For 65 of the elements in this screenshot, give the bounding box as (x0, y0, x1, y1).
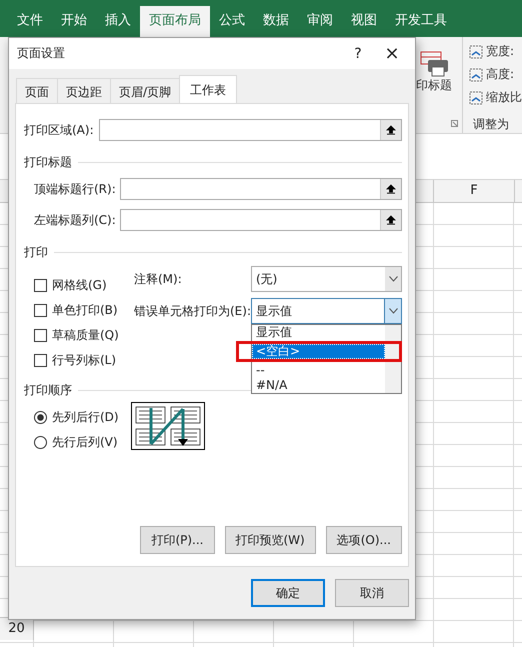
print-area-field[interactable] (99, 119, 402, 141)
checkbox[interactable] (34, 304, 47, 317)
print-titles-label[interactable]: 印标题 (416, 77, 462, 94)
cancel-button[interactable]: 取消 (335, 579, 409, 607)
dialog-tab[interactable]: 工作表 (179, 75, 238, 103)
chevron-down-icon[interactable] (388, 308, 398, 314)
dropdown-option[interactable]: 显示值 (252, 325, 385, 340)
checkbox[interactable] (34, 329, 47, 342)
field-label: 打印区域(A): (24, 122, 94, 138)
scale-icon[interactable] (469, 90, 483, 104)
ribbon-tab[interactable]: 审阅 (298, 6, 342, 37)
dropdown-option[interactable]: -- (252, 363, 385, 378)
radio-label[interactable]: 先行后列(V) (52, 434, 118, 451)
error-cells-dropdown[interactable]: 显示值 (251, 298, 402, 324)
checkbox-label[interactable]: 草稿质量(Q) (52, 327, 119, 344)
ribbon-tab[interactable]: 公式 (210, 6, 254, 37)
scale-icon[interactable] (469, 68, 483, 82)
printer-icon[interactable] (420, 51, 450, 77)
ribbon-tab[interactable]: 文件 (8, 6, 52, 37)
section-heading: 打印 (24, 244, 48, 260)
checkbox[interactable] (34, 354, 47, 367)
dialog-title: 页面设置 (17, 45, 66, 62)
group-label: 调整为 (473, 116, 510, 133)
radio-button[interactable] (34, 436, 47, 449)
help-button[interactable]: ? (341, 40, 375, 68)
row-header[interactable]: 20 (0, 617, 34, 640)
scale-icon[interactable] (469, 44, 483, 58)
scale-label[interactable]: 缩放比 (486, 89, 522, 106)
close-button[interactable]: × (375, 40, 409, 68)
ribbon-tab[interactable]: 视图 (342, 6, 386, 37)
chevron-down-icon[interactable] (388, 276, 398, 282)
dropdown-option[interactable]: <空白> (252, 344, 385, 359)
checkbox[interactable] (34, 279, 47, 292)
section-heading: 打印顺序 (24, 382, 72, 398)
radio-button[interactable] (34, 411, 47, 424)
checkbox-label[interactable]: 网格线(G) (52, 277, 107, 294)
ribbon-tab[interactable]: 插入 (96, 6, 140, 37)
title-range-field[interactable] (120, 178, 402, 200)
ribbon-tab[interactable]: 开发工具 (386, 6, 456, 37)
radio-label[interactable]: 先列后行(D) (52, 409, 119, 426)
collapse-icon[interactable] (386, 184, 396, 194)
dialog-button[interactable]: 打印预览(W) (224, 526, 316, 554)
scale-label[interactable]: 宽度: (486, 43, 514, 60)
combo-label: 注释(M): (134, 270, 182, 288)
dialog-button[interactable]: 打印(P)... (140, 526, 214, 554)
combo-label: 错误单元格打印为(E): (134, 302, 251, 320)
title-range-field[interactable] (120, 209, 402, 231)
section-heading: 打印标题 (24, 154, 72, 170)
checkbox-label[interactable]: 单色打印(B) (52, 302, 118, 319)
comments-dropdown[interactable]: (无) (251, 266, 402, 292)
dialog-launcher-icon[interactable] (451, 120, 458, 127)
ribbon-tab[interactable]: 数据 (254, 6, 298, 37)
ok-button[interactable]: 确定 (251, 579, 325, 607)
ribbon-tab[interactable]: 页面布局 (140, 6, 210, 37)
collapse-icon[interactable] (386, 215, 396, 225)
checkbox-label[interactable]: 行号列标(L) (52, 352, 116, 369)
dropdown-option[interactable]: #N/A (252, 378, 385, 393)
dialog-tab[interactable]: 页面 (16, 78, 58, 103)
ribbon-tab[interactable]: 开始 (52, 6, 96, 37)
field-label: 顶端标题行(R): (34, 180, 116, 198)
scale-label[interactable]: 高度: (486, 66, 514, 83)
field-label: 左端标题列(C): (34, 212, 116, 228)
dialog-button[interactable]: 选项(O)... (326, 526, 402, 554)
collapse-icon[interactable] (386, 125, 396, 135)
column-header[interactable]: F (433, 180, 515, 202)
